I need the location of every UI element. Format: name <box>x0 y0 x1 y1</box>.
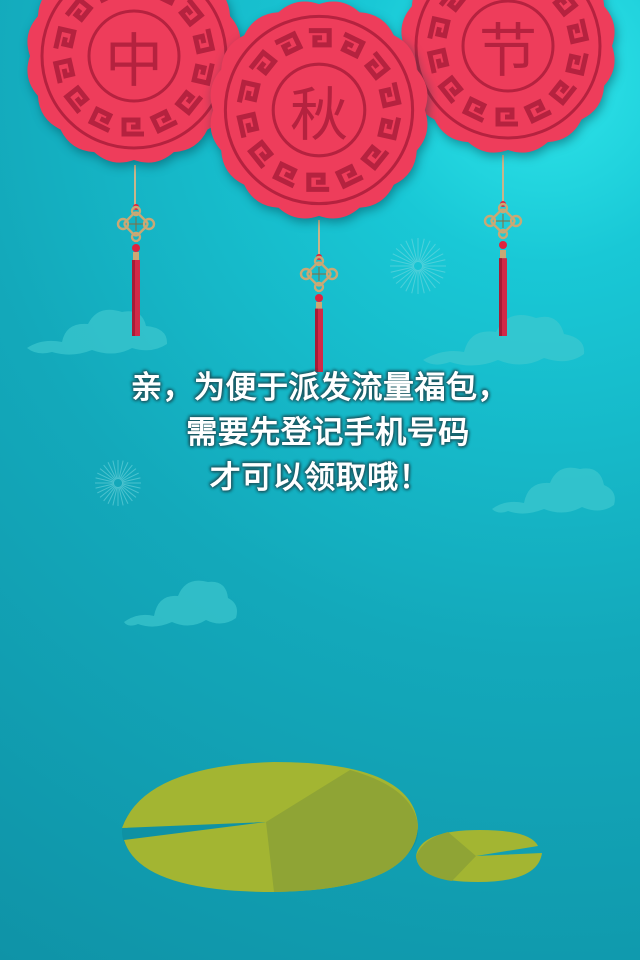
cloud-icon <box>124 580 237 627</box>
badge-qiu: 秋 <box>203 0 435 226</box>
message-line-2: 需要先登记手机号码 <box>186 415 470 451</box>
message-line-1: 亲，为便于派发流量福包， <box>131 370 509 406</box>
tassel-icon <box>130 252 142 336</box>
hanging-string <box>502 155 504 205</box>
lily-pad-icon <box>122 762 418 892</box>
tassel-icon <box>313 302 325 372</box>
message-line-3: 才可以领取哦！ <box>209 460 431 496</box>
badge-char-qiu: 秋 <box>289 81 348 149</box>
lily-pad-icon <box>416 830 542 882</box>
chinese-knot-icon <box>480 201 526 251</box>
firework-icon <box>390 238 446 294</box>
tassel-icon <box>497 250 509 336</box>
chinese-knot-icon <box>296 254 342 304</box>
mid-autumn-registration-screen: 中 节 秋 亲，为便于派发流量福包， 需要先登记手机号码 才可以领取哦！ <box>0 0 640 960</box>
cloud-icon <box>27 309 168 355</box>
registration-message: 亲，为便于派发流量福包， 需要先登记手机号码 才可以领取哦！ <box>0 366 640 501</box>
chinese-knot-icon <box>113 204 159 254</box>
